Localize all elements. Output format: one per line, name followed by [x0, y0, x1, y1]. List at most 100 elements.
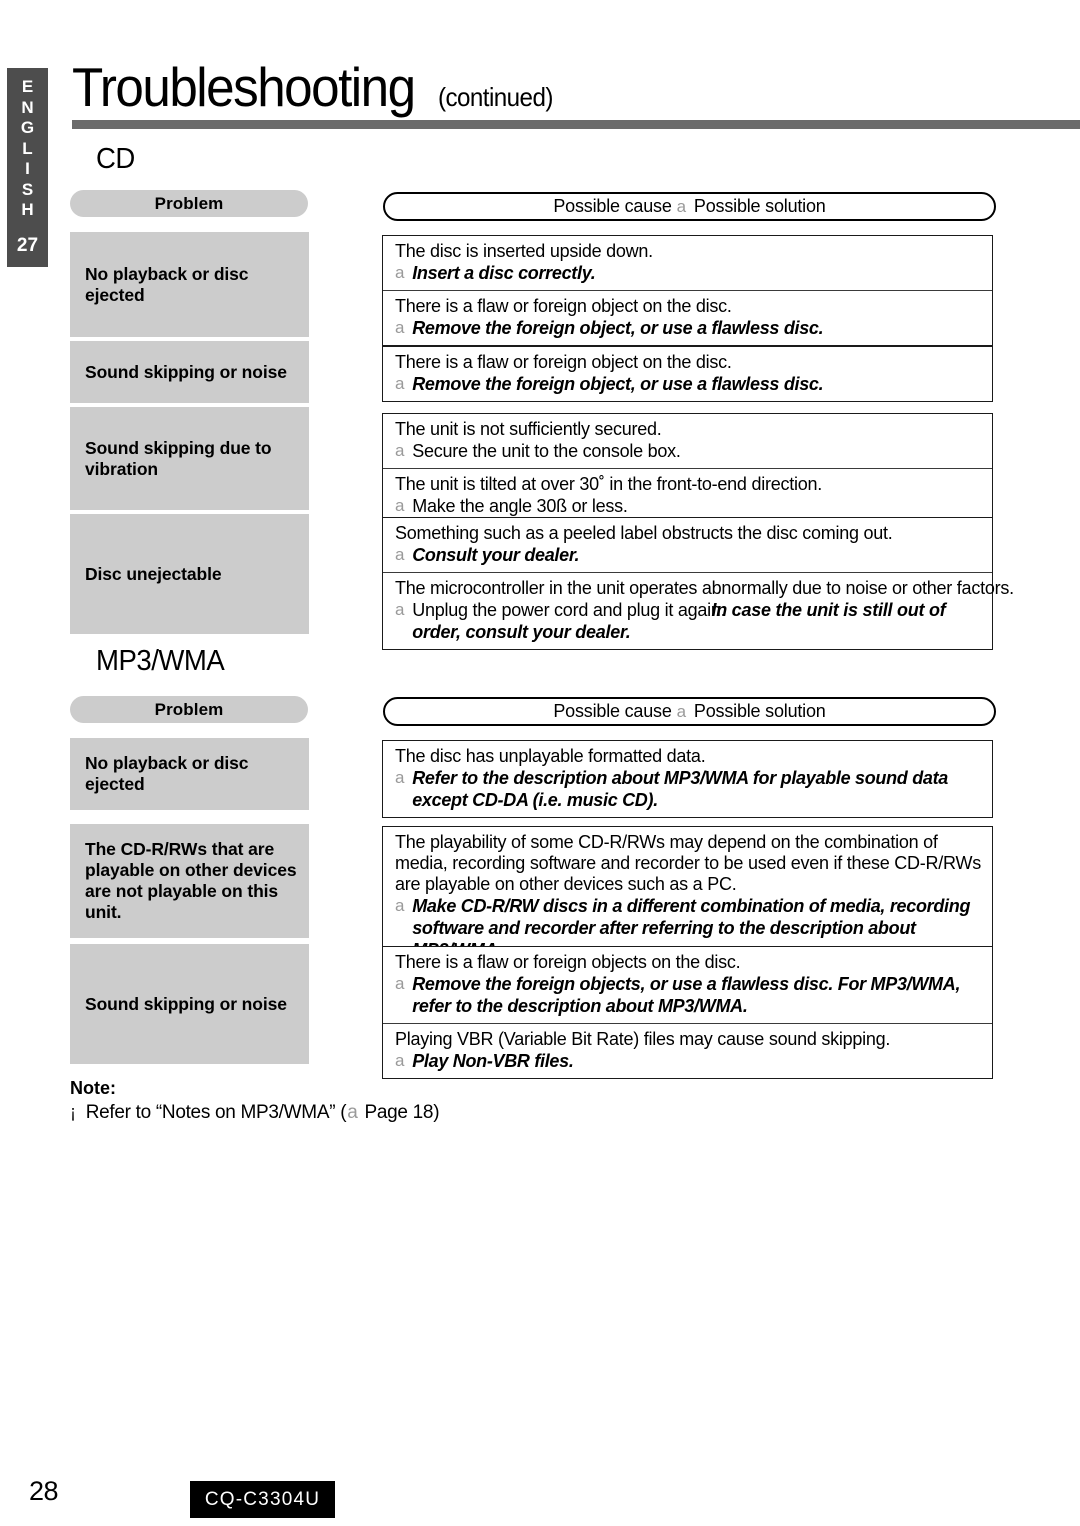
note-text-after: Page 18)	[364, 1102, 440, 1123]
arrow-icon: a	[395, 263, 405, 282]
cause-solution-group: There is a flaw or foreign objects on th…	[382, 946, 993, 1079]
note-item: ¡ Refer to “Notes on MP3/WMA” ( a Page 1…	[70, 1102, 440, 1124]
arrow-icon: a	[395, 496, 405, 515]
note-label: Note:	[70, 1078, 116, 1098]
solution-text: Remove the foreign objects, or use a fla…	[412, 974, 961, 1016]
problem-label: The CD-R/RWs that are playable on other …	[85, 839, 297, 922]
cause-solution-group: Something such as a peeled label obstruc…	[382, 517, 1014, 650]
cause-solution-row: The disc is inserted upside down. a Inse…	[383, 236, 992, 290]
language-letter-e: E	[21, 77, 34, 96]
cause-solution-row: The microcontroller in the unit operates…	[383, 572, 1014, 649]
solution-text: Play Non-VBR files.	[412, 1051, 574, 1071]
solution-text: Secure the unit to the console box.	[412, 441, 681, 461]
footer-model-badge: CQ-C3304U	[190, 1481, 335, 1518]
solution-row: a Secure the unit to the console box.	[395, 440, 982, 462]
solution-row: a Remove the foreign object, or use a fl…	[395, 317, 982, 339]
solution-row: a Play Non-VBR files.	[395, 1050, 982, 1072]
solution-row: a Refer to the description about MP3/WMA…	[395, 767, 982, 811]
solution-text: Remove the foreign object, or use a flaw…	[412, 318, 824, 338]
arrow-icon: a	[395, 374, 405, 393]
language-letter-i: I	[25, 159, 30, 178]
problem-cell: Sound skipping due to vibration	[70, 407, 309, 510]
column-header-problem-cd: Problem	[70, 190, 308, 217]
page-title: Troubleshooting	[72, 56, 416, 118]
cause-text: The microcontroller in the unit operates…	[395, 578, 1014, 598]
language-tab: E N G L I S H 27	[7, 68, 48, 267]
cause-text: The unit is not sufficiently secured.	[395, 419, 662, 439]
column-header-cause-solution-mp3wma: Possible cause a Possible solution	[383, 697, 996, 726]
cause-text: Something such as a peeled label obstruc…	[395, 523, 893, 543]
problem-cell: Sound skipping or noise	[70, 944, 309, 1064]
note-text-before: Refer to “Notes on MP3/WMA” (	[85, 1102, 347, 1123]
cause-text: There is a flaw or foreign objects on th…	[395, 952, 741, 972]
solution-row: a Remove the foreign object, or use a fl…	[395, 373, 982, 395]
sidebar-page-number: 27	[16, 234, 39, 256]
solution-text: Insert a disc correctly.	[412, 263, 596, 283]
language-letter-l: L	[22, 138, 33, 158]
problem-cell: The CD-R/RWs that are playable on other …	[70, 824, 309, 938]
solution-row: a Consult your dealer.	[395, 544, 982, 566]
cause-text: The playability of some CD-R/RWs may dep…	[395, 832, 981, 894]
cause-solution-row: There is a flaw or foreign object on the…	[383, 347, 992, 401]
footer-page-number: 28	[29, 1476, 59, 1506]
solution-text-plain: Unplug the power cord and plug it again.	[412, 600, 726, 620]
cause-text: Playing VBR (Variable Bit Rate) files ma…	[395, 1029, 891, 1049]
arrow-icon: a	[676, 701, 686, 721]
solution-row: a Make the angle 30ß or less.	[395, 495, 982, 517]
cause-solution-row: The unit is tilted at over 30˚ in the fr…	[383, 468, 992, 523]
problem-label: No playback or disc ejected	[85, 753, 249, 794]
cause-text: The disc has unplayable formatted data.	[395, 746, 706, 766]
problem-cell: No playback or disc ejected	[70, 738, 309, 810]
cause-solution-row: The unit is not sufficiently secured. a …	[383, 414, 992, 468]
cause-solution-row: There is a flaw or foreign objects on th…	[383, 947, 992, 1023]
cause-header-suffix: Possible solution	[693, 701, 826, 721]
problem-cell: Disc unejectable	[70, 514, 309, 634]
arrow-icon: a	[395, 768, 405, 787]
column-header-problem-mp3wma: Problem	[70, 696, 308, 723]
note-block: Note: ¡ Refer to “Notes on MP3/WMA” ( a …	[70, 1078, 440, 1124]
language-letter-h: H	[21, 200, 34, 219]
solution-text: Make the angle 30ß or less.	[412, 496, 628, 516]
cause-text: The disc is inserted upside down.	[395, 241, 653, 261]
solution-row: a Remove the foreign objects, or use a f…	[395, 973, 982, 1017]
solution-text: Unplug the power cord and plug it again.…	[412, 599, 982, 643]
cause-header-prefix: Possible cause	[553, 701, 672, 721]
section-title-mp3wma: MP3/WMA	[96, 645, 225, 677]
arrow-icon: a	[676, 196, 686, 216]
language-letter-n: N	[21, 97, 34, 117]
problem-cell: Sound skipping or noise	[70, 341, 309, 403]
problem-label: Sound skipping due to vibration	[85, 437, 272, 479]
page-header: Troubleshooting (continued)	[72, 58, 1072, 116]
problem-label: Sound skipping or noise	[85, 361, 287, 382]
solution-row: a Insert a disc correctly.	[395, 262, 982, 284]
arrow-icon: a	[395, 1051, 405, 1070]
cause-header-prefix: Possible cause	[553, 196, 672, 216]
cause-solution-group: The disc is inserted upside down. a Inse…	[382, 235, 993, 346]
column-header-cause-solution-cd: Possible cause a Possible solution	[383, 192, 996, 221]
language-letter-g: G	[20, 118, 35, 137]
problem-cell: No playback or disc ejected	[70, 232, 309, 337]
cause-text: The unit is tilted at over 30˚ in the fr…	[395, 474, 822, 494]
arrow-icon: a	[395, 441, 405, 460]
arrow-icon: a	[395, 974, 405, 993]
cause-header-suffix: Possible solution	[693, 196, 826, 216]
cause-solution-group: There is a flaw or foreign object on the…	[382, 346, 993, 402]
header-divider	[72, 120, 1080, 129]
cause-solution-group: The disc has unplayable formatted data. …	[382, 740, 993, 818]
solution-text: Refer to the description about MP3/WMA f…	[412, 768, 948, 810]
cause-solution-row: Playing VBR (Variable Bit Rate) files ma…	[383, 1023, 992, 1078]
arrow-icon: a	[347, 1102, 358, 1123]
problem-label: Disc unejectable	[85, 563, 222, 584]
cause-text: There is a flaw or foreign object on the…	[395, 296, 732, 316]
problem-label: No playback or disc ejected	[85, 263, 249, 305]
arrow-icon: a	[395, 545, 405, 564]
arrow-icon: a	[395, 318, 405, 337]
solution-text: Remove the foreign object, or use a flaw…	[412, 374, 824, 394]
solution-text: Consult your dealer.	[412, 545, 580, 565]
cause-solution-row: There is a flaw or foreign object on the…	[383, 290, 992, 345]
cause-text: There is a flaw or foreign object on the…	[395, 352, 732, 372]
page-title-suffix: (continued)	[438, 82, 554, 112]
bullet-icon: ¡	[70, 1102, 76, 1122]
solution-text-bold-next: order, consult your dealer.	[412, 622, 631, 642]
solution-row: a Unplug the power cord and plug it agai…	[395, 599, 982, 643]
